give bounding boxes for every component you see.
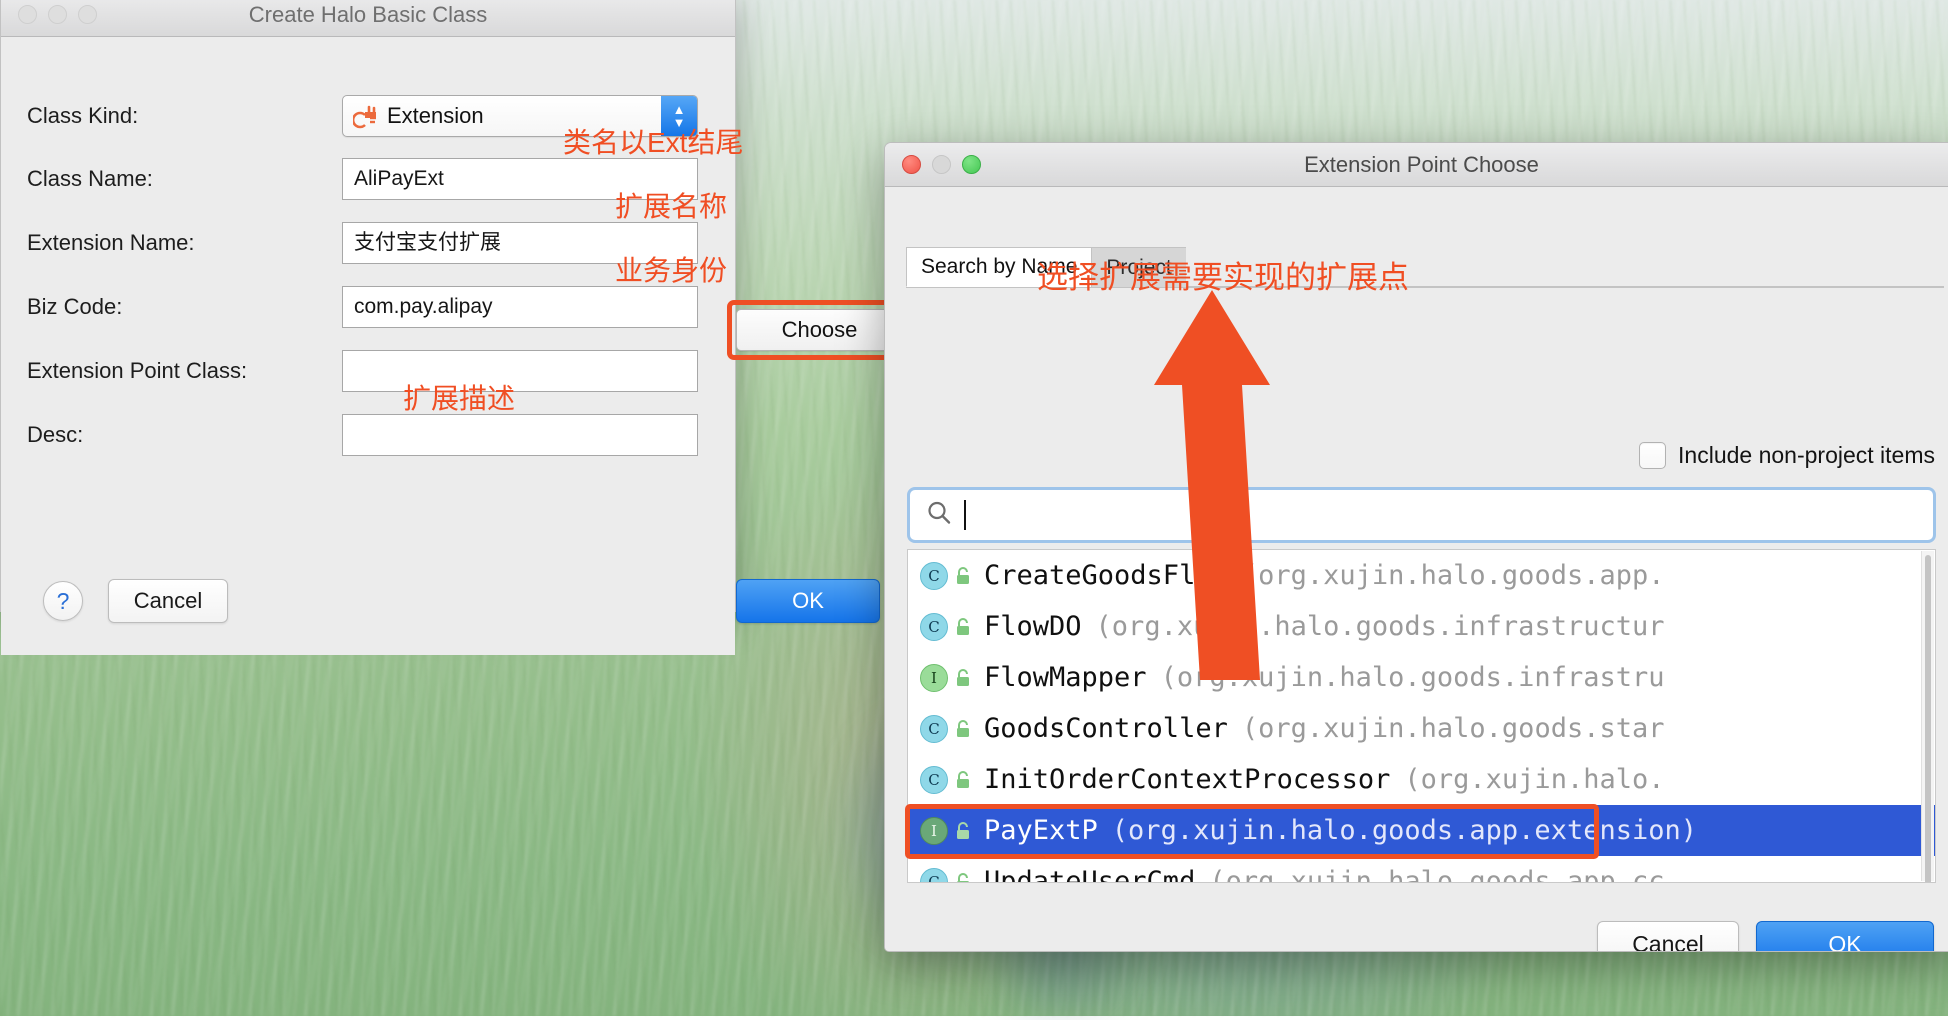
interface-badge-icon: I bbox=[920, 817, 948, 845]
result-package: (org.xujin.halo.goods.app. bbox=[1242, 560, 1665, 591]
result-name: CreateGoodsFlow bbox=[984, 560, 1228, 591]
visibility-icon bbox=[954, 821, 976, 841]
create-halo-basic-class-window[interactable]: Create Halo Basic Class Class Kind: Exte… bbox=[0, 0, 736, 612]
visibility-icon bbox=[954, 872, 976, 884]
ok-button[interactable]: OK bbox=[736, 579, 880, 623]
create-dialog-titlebar[interactable]: Create Halo Basic Class bbox=[1, 0, 735, 37]
label-desc: Desc: bbox=[27, 414, 83, 456]
choose-button[interactable]: Choose bbox=[736, 309, 903, 351]
cancel-button[interactable]: Cancel bbox=[108, 579, 228, 623]
class-kind-value: Extension bbox=[387, 103, 484, 129]
result-package: (org.xujin.halo.goods.app.cc bbox=[1209, 866, 1664, 883]
field-row-desc: Desc: bbox=[1, 414, 735, 456]
list-item[interactable]: C CreateGoodsFlow (org.xujin.halo.goods.… bbox=[908, 550, 1935, 601]
field-row-extension-point-class: Extension Point Class: bbox=[1, 350, 735, 392]
list-item[interactable]: C FlowDO (org.xujin.halo.goods.infrastru… bbox=[908, 601, 1935, 652]
extension-point-class-input[interactable] bbox=[342, 350, 698, 392]
traffic-lights bbox=[18, 5, 97, 24]
search-icon bbox=[924, 498, 954, 533]
label-extension-name: Extension Name: bbox=[27, 222, 195, 264]
plug-icon bbox=[353, 103, 379, 129]
label-extension-point-class: Extension Point Class: bbox=[27, 350, 247, 392]
list-item-selected[interactable]: I PayExtP (org.xujin.halo.goods.app.exte… bbox=[908, 805, 1935, 856]
class-badge-icon: C bbox=[920, 715, 948, 743]
class-badge-icon: C bbox=[920, 613, 948, 641]
choose-dialog-title: Extension Point Choose bbox=[885, 152, 1948, 178]
text-caret bbox=[964, 500, 966, 530]
visibility-icon bbox=[954, 566, 976, 586]
result-package: (org.xujin.halo.goods.infrastructur bbox=[1096, 611, 1665, 642]
visibility-icon bbox=[954, 719, 976, 739]
choose-dialog-titlebar[interactable]: Extension Point Choose bbox=[885, 143, 1948, 187]
create-dialog-title: Create Halo Basic Class bbox=[1, 2, 735, 28]
maximize-icon[interactable] bbox=[78, 5, 97, 24]
result-name: FlowDO bbox=[984, 611, 1082, 642]
minimize-icon[interactable] bbox=[48, 5, 67, 24]
result-name: FlowMapper bbox=[984, 662, 1147, 693]
class-badge-icon: C bbox=[920, 562, 948, 590]
list-item[interactable]: I FlowMapper (org.xujin.halo.goods.infra… bbox=[908, 652, 1935, 703]
result-package: (org.xujin.halo.goods.app.extension) bbox=[1112, 815, 1697, 846]
help-button[interactable]: ? bbox=[43, 581, 83, 621]
ok-button[interactable]: OK bbox=[1756, 921, 1934, 952]
search-input[interactable] bbox=[907, 487, 1936, 543]
label-class-name: Class Name: bbox=[27, 158, 153, 200]
result-package: (org.xujin.halo. bbox=[1404, 764, 1664, 795]
maximize-icon[interactable] bbox=[962, 155, 981, 174]
close-icon[interactable] bbox=[18, 5, 37, 24]
biz-code-input[interactable]: com.pay.alipay bbox=[342, 286, 698, 328]
result-name: UpdateUserCmd bbox=[984, 866, 1195, 883]
result-package: (org.xujin.halo.goods.infrastru bbox=[1161, 662, 1665, 693]
traffic-lights bbox=[902, 155, 981, 174]
label-class-kind: Class Kind: bbox=[27, 95, 138, 137]
include-non-project-items-label: Include non-project items bbox=[1678, 442, 1935, 469]
include-non-project-items-checkbox[interactable] bbox=[1639, 442, 1666, 469]
annotation-choose-extension-point: 选择扩展需要实现的扩展点 bbox=[1037, 252, 1409, 297]
annotation-extension-name: 扩展名称 bbox=[615, 185, 727, 225]
class-badge-icon: C bbox=[920, 868, 948, 884]
visibility-icon bbox=[954, 617, 976, 637]
result-name: PayExtP bbox=[984, 815, 1098, 846]
desc-input[interactable] bbox=[342, 414, 698, 456]
cancel-button[interactable]: Cancel bbox=[1597, 921, 1739, 952]
results-list[interactable]: C CreateGoodsFlow (org.xujin.halo.goods.… bbox=[907, 549, 1936, 883]
close-icon[interactable] bbox=[902, 155, 921, 174]
list-item[interactable]: C GoodsController (org.xujin.halo.goods.… bbox=[908, 703, 1935, 754]
results-scrollbar[interactable] bbox=[1921, 551, 1934, 881]
list-item[interactable]: C InitOrderContextProcessor (org.xujin.h… bbox=[908, 754, 1935, 805]
choose-dialog-body: Search by Name Project Include non-proje… bbox=[885, 187, 1948, 952]
visibility-icon bbox=[954, 770, 976, 790]
field-row-biz-code: Biz Code: com.pay.alipay bbox=[1, 286, 735, 328]
interface-badge-icon: I bbox=[920, 664, 948, 692]
result-name: InitOrderContextProcessor bbox=[984, 764, 1390, 795]
visibility-icon bbox=[954, 668, 976, 688]
label-biz-code: Biz Code: bbox=[27, 286, 122, 328]
chevron-up-icon: ▲ bbox=[673, 104, 686, 115]
annotation-biz-code: 业务身份 bbox=[615, 249, 727, 289]
annotation-class-name: 类名以Ext结尾 bbox=[563, 121, 743, 161]
result-package: (org.xujin.halo.goods.star bbox=[1242, 713, 1665, 744]
include-non-project-items-row[interactable]: Include non-project items bbox=[1639, 442, 1935, 469]
class-badge-icon: C bbox=[920, 766, 948, 794]
list-item[interactable]: C UpdateUserCmd (org.xujin.halo.goods.ap… bbox=[908, 856, 1935, 883]
result-name: GoodsController bbox=[984, 713, 1228, 744]
annotation-desc: 扩展描述 bbox=[403, 377, 515, 417]
minimize-icon[interactable] bbox=[932, 155, 951, 174]
scrollbar-thumb[interactable] bbox=[1925, 555, 1931, 883]
